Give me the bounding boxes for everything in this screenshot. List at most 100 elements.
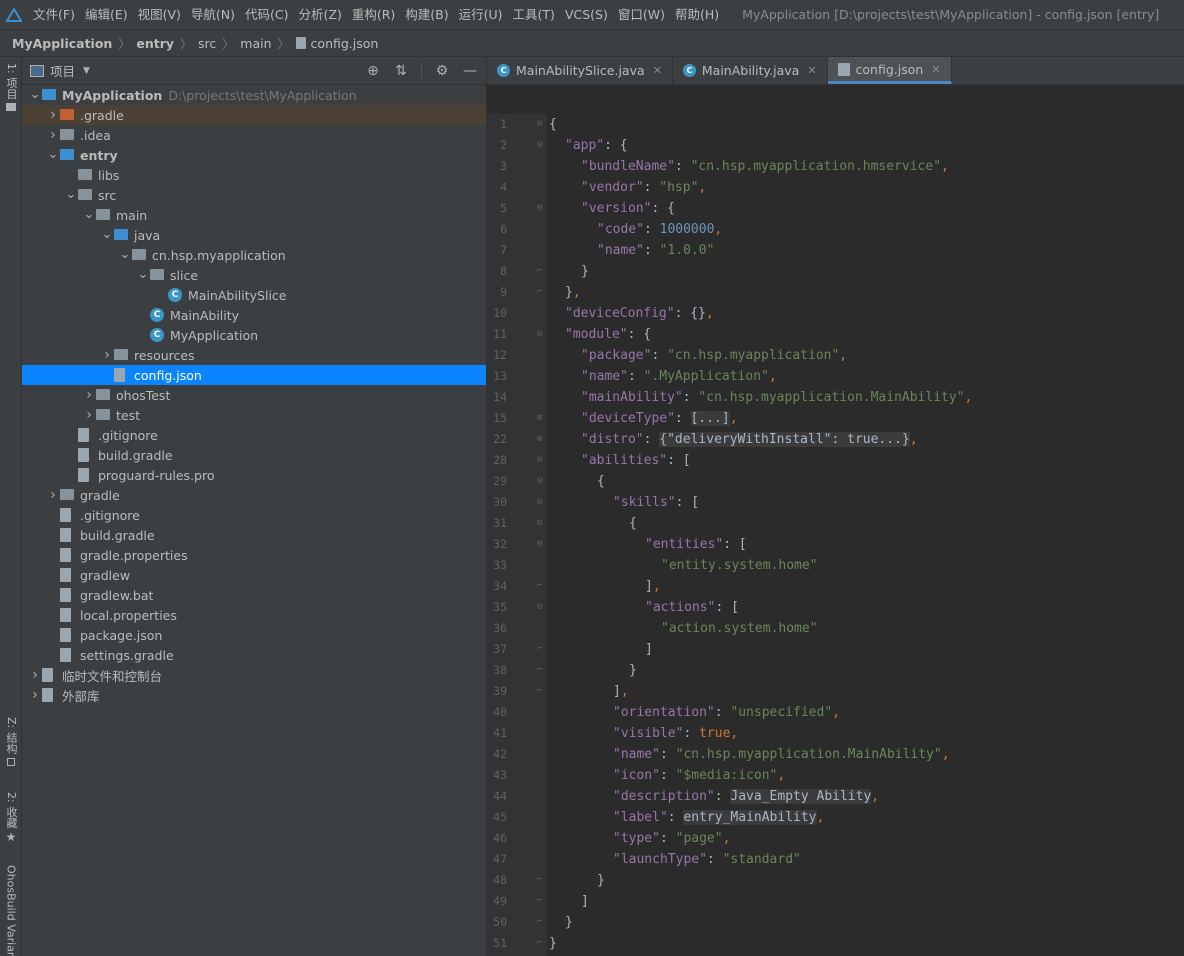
- tree-item[interactable]: package.json: [22, 625, 486, 645]
- editor-tab[interactable]: config.json ✕: [827, 57, 952, 84]
- fold-icon[interactable]: ⊟: [537, 492, 542, 513]
- editor-tab[interactable]: C MainAbility.java ✕: [673, 57, 828, 84]
- chevron-right-icon[interactable]: ›: [46, 107, 60, 123]
- menu-item[interactable]: 分析(Z): [294, 0, 347, 29]
- editor-tab[interactable]: C MainAbilitySlice.java ✕: [487, 57, 673, 84]
- close-icon[interactable]: ✕: [807, 64, 816, 77]
- tree-item[interactable]: gradlew.bat: [22, 585, 486, 605]
- fold-expand-icon[interactable]: ⊞: [537, 408, 542, 429]
- fold-icon[interactable]: ⊟: [537, 324, 542, 345]
- locate-icon[interactable]: ⊕: [365, 63, 381, 79]
- menu-item[interactable]: 窗口(W): [613, 0, 670, 29]
- tree-item[interactable]: › 临时文件和控制台: [22, 665, 486, 685]
- fold-icon[interactable]: ⌐: [537, 261, 542, 282]
- tree-item[interactable]: › resources: [22, 345, 486, 365]
- tree-item[interactable]: ⌄ src: [22, 185, 486, 205]
- fold-icon[interactable]: ⊟: [537, 534, 542, 555]
- tree-item[interactable]: ⌄ cn.hsp.myapplication: [22, 245, 486, 265]
- tree-item[interactable]: .gitignore: [22, 425, 486, 445]
- structure-tool-tab[interactable]: Z: 结构: [0, 717, 22, 766]
- fold-icon[interactable]: ⊟: [537, 114, 542, 135]
- tree-item[interactable]: settings.gradle: [22, 645, 486, 665]
- chevron-right-icon[interactable]: ›: [28, 667, 42, 683]
- fold-icon[interactable]: ⌐: [537, 912, 542, 933]
- tree-item[interactable]: local.properties: [22, 605, 486, 625]
- breadcrumb-item[interactable]: entry: [136, 36, 174, 51]
- chevron-right-icon[interactable]: ›: [100, 347, 114, 363]
- menu-item[interactable]: VCS(S): [560, 0, 613, 29]
- tree-item[interactable]: › .idea: [22, 125, 486, 145]
- fold-icon[interactable]: ⌐: [537, 660, 542, 681]
- chevron-right-icon[interactable]: ›: [82, 387, 96, 403]
- breadcrumb-item[interactable]: MyApplication: [12, 36, 112, 51]
- tree-item[interactable]: build.gradle: [22, 445, 486, 465]
- project-panel-title[interactable]: 项目: [50, 61, 75, 80]
- tree-item[interactable]: libs: [22, 165, 486, 185]
- chevron-down-icon[interactable]: ⌄: [136, 268, 150, 281]
- chevron-right-icon[interactable]: ›: [46, 127, 60, 143]
- chevron-down-icon[interactable]: ⌄: [82, 208, 96, 221]
- menu-item[interactable]: 构建(B): [400, 0, 453, 29]
- fold-icon[interactable]: ⊟: [537, 450, 542, 471]
- fold-icon[interactable]: ⌐: [537, 891, 542, 912]
- menu-item[interactable]: 编辑(E): [80, 0, 133, 29]
- close-icon[interactable]: ✕: [931, 63, 940, 76]
- menu-item[interactable]: 文件(F): [28, 0, 80, 29]
- fold-expand-icon[interactable]: ⊞: [537, 429, 542, 450]
- favorites-tool-tab[interactable]: 2: 收藏 ★: [0, 792, 22, 844]
- breadcrumb-item[interactable]: src: [198, 36, 216, 51]
- tree-item[interactable]: ⌄ slice: [22, 265, 486, 285]
- chevron-down-icon[interactable]: ⌄: [46, 148, 60, 161]
- menu-item[interactable]: 视图(V): [133, 0, 186, 29]
- tree-item[interactable]: › gradle: [22, 485, 486, 505]
- chevron-down-icon[interactable]: ⌄: [100, 228, 114, 241]
- menu-item[interactable]: 运行(U): [454, 0, 508, 29]
- breadcrumb-item[interactable]: main: [240, 36, 271, 51]
- chevron-down-icon[interactable]: ▼: [83, 66, 90, 76]
- tree-item[interactable]: ⌄ main: [22, 205, 486, 225]
- menu-item[interactable]: 帮助(H): [670, 0, 724, 29]
- fold-icon[interactable]: ⌐: [537, 639, 542, 660]
- tree-item[interactable]: build.gradle: [22, 525, 486, 545]
- chevron-right-icon[interactable]: ›: [28, 687, 42, 703]
- fold-icon[interactable]: ⌐: [537, 870, 542, 891]
- fold-icon[interactable]: ⊟: [537, 198, 542, 219]
- chevron-down-icon[interactable]: ⌄: [28, 88, 42, 101]
- tree-item[interactable]: proguard-rules.pro: [22, 465, 486, 485]
- tree-item[interactable]: ⌄ java: [22, 225, 486, 245]
- tree-item[interactable]: .gitignore: [22, 505, 486, 525]
- chevron-down-icon[interactable]: ⌄: [118, 248, 132, 261]
- menu-item[interactable]: 重构(R): [347, 0, 400, 29]
- project-tool-tab[interactable]: 1: 项目: [0, 63, 22, 112]
- menu-item[interactable]: 导航(N): [186, 0, 240, 29]
- chevron-down-icon[interactable]: ⌄: [64, 188, 78, 201]
- chevron-right-icon[interactable]: ›: [82, 407, 96, 423]
- tree-item[interactable]: gradlew: [22, 565, 486, 585]
- fold-icon[interactable]: ⊟: [537, 471, 542, 492]
- fold-icon[interactable]: ⊟: [537, 513, 542, 534]
- menu-item[interactable]: 代码(C): [240, 0, 293, 29]
- tree-item[interactable]: › 外部库: [22, 685, 486, 705]
- tree-item[interactable]: gradle.properties: [22, 545, 486, 565]
- fold-icon[interactable]: ⊟: [537, 597, 542, 618]
- tree-item[interactable]: C MainAbilitySlice: [22, 285, 486, 305]
- tree-item[interactable]: › .gradle: [22, 105, 486, 125]
- code-area[interactable]: 1 ⊟{2 ⊟ "app": {3 "bundleName": "cn.hsp.myap…: [487, 114, 1184, 956]
- minimize-icon[interactable]: —: [462, 63, 478, 79]
- tree-item[interactable]: C MainAbility: [22, 305, 486, 325]
- tree-item[interactable]: › ohosTest: [22, 385, 486, 405]
- fold-icon[interactable]: ⌐: [537, 681, 542, 702]
- tree-item[interactable]: ⌄ entry: [22, 145, 486, 165]
- tree-item[interactable]: ⌄ MyApplication D:\projects\test\MyApplica…: [22, 85, 486, 105]
- tree-item[interactable]: config.json: [22, 365, 486, 385]
- close-icon[interactable]: ✕: [653, 64, 662, 77]
- fold-icon[interactable]: ⌐: [537, 282, 542, 303]
- fold-icon[interactable]: ⌐: [537, 576, 542, 597]
- fold-icon[interactable]: ⌐: [537, 933, 542, 954]
- tree-item[interactable]: › test: [22, 405, 486, 425]
- collapse-all-icon[interactable]: ⇅: [393, 63, 409, 79]
- breadcrumb-item[interactable]: config.json: [311, 36, 379, 51]
- build-variants-tool-tab[interactable]: OhosBuild Variants: [0, 865, 22, 956]
- fold-icon[interactable]: ⊟: [537, 135, 542, 156]
- tree-item[interactable]: C MyApplication: [22, 325, 486, 345]
